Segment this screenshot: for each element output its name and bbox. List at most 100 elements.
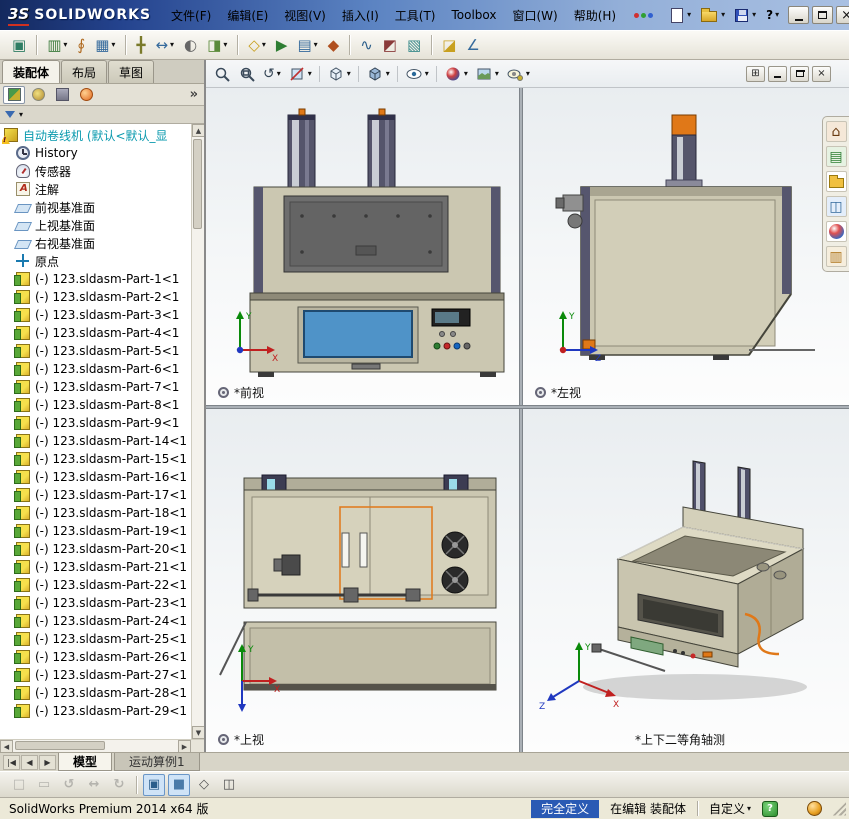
minimize-document-button[interactable] <box>768 66 787 82</box>
tree-item-part[interactable]: (-) 123.sldasm-Part-21<1 <box>2 558 191 576</box>
tree-horizontal-scrollbar[interactable]: ◀ ▶ <box>0 739 204 752</box>
show-hidden-components-icon[interactable]: ◐ <box>180 33 201 57</box>
mate-icon[interactable]: ∮ <box>73 33 89 57</box>
dropdown-arrow-icon[interactable]: ▾ <box>347 70 351 78</box>
hide-show-items-button[interactable]: ▾ <box>402 63 432 85</box>
appearances-tab[interactable] <box>826 221 847 242</box>
close-button[interactable]: × <box>836 6 849 24</box>
dropdown-arrow-icon[interactable]: ▾ <box>687 11 691 19</box>
menu-help[interactable]: 帮助(H) <box>566 0 624 30</box>
tree-item-part[interactable]: (-) 123.sldasm-Part-29<1 <box>2 702 191 720</box>
scroll-up-button[interactable]: ▲ <box>192 124 204 137</box>
dropdown-arrow-icon[interactable]: ▾ <box>752 11 756 19</box>
open-document-button[interactable]: ▾ <box>697 5 729 25</box>
titlebar[interactable]: 3S SOLIDWORKS 文件(F) 编辑(E) 视图(V) 插入(I) 工具… <box>0 0 849 30</box>
tree-item-plane[interactable]: 前视基准面 <box>2 198 191 216</box>
assembly-visualization-icon[interactable]: ▧ <box>403 33 425 57</box>
filter-dropdown[interactable]: ▾ <box>5 111 23 119</box>
tree-item-part[interactable]: (-) 123.sldasm-Part-22<1 <box>2 576 191 594</box>
tab-layout[interactable]: 布局 <box>61 60 107 83</box>
tree-item-part[interactable]: (-) 123.sldasm-Part-15<1 <box>2 450 191 468</box>
exploded-view-icon[interactable]: ◆ <box>324 33 344 57</box>
viewport-left[interactable]: Y Z *左视 <box>523 88 849 405</box>
motion-study-tab[interactable]: 运动算例1 <box>114 753 200 771</box>
dropdown-arrow-icon[interactable]: ▾ <box>464 70 468 78</box>
dropdown-arrow-icon[interactable]: ▾ <box>223 41 227 49</box>
tree-item-part[interactable]: (-) 123.sldasm-Part-2<1 <box>2 288 191 306</box>
tree-item-part[interactable]: (-) 123.sldasm-Part-7<1 <box>2 378 191 396</box>
scroll-down-button[interactable]: ▼ <box>192 726 204 739</box>
tree-item-part[interactable]: (-) 123.sldasm-Part-6<1 <box>2 360 191 378</box>
menu-tools[interactable]: 工具(T) <box>387 0 444 30</box>
minimize-button[interactable] <box>788 6 809 24</box>
dropdown-arrow-icon[interactable]: ▾ <box>19 111 23 119</box>
tree-item-part[interactable]: (-) 123.sldasm-Part-28<1 <box>2 684 191 702</box>
edit-component-icon[interactable]: ▣ <box>8 33 30 57</box>
tree-item-part[interactable]: (-) 123.sldasm-Part-5<1 <box>2 342 191 360</box>
close-document-button[interactable]: × <box>812 66 831 82</box>
wireframe-icon[interactable]: ◇ <box>193 774 215 796</box>
hidden-lines-icon[interactable]: ◫ <box>218 774 240 796</box>
dropdown-arrow-icon[interactable]: ▾ <box>775 11 779 19</box>
viewport-layout-button[interactable]: ⊞ <box>746 66 765 82</box>
viewport-top[interactable]: Y X *上视 <box>206 409 519 752</box>
tab-assembly[interactable]: 装配体 <box>2 60 60 83</box>
tab-sketch[interactable]: 草图 <box>108 60 154 83</box>
graphics-area[interactable]: ↺▾ ▾ ▾ ▾ ▾ ▾ ▾ ▾ ⊞ × <box>206 60 849 752</box>
menu-view[interactable]: 视图(V) <box>276 0 334 30</box>
zoom-area-button[interactable] <box>235 63 259 85</box>
tree-item-part[interactable]: (-) 123.sldasm-Part-19<1 <box>2 522 191 540</box>
viewport-isometric[interactable]: Y X Z *上下二等角轴测 <box>523 409 849 752</box>
custom-properties-tab[interactable]: ▥ <box>826 246 847 267</box>
tree-item-part[interactable]: (-) 123.sldasm-Part-16<1 <box>2 468 191 486</box>
measure-icon[interactable]: ∠ <box>462 33 483 57</box>
restore-document-button[interactable] <box>790 66 809 82</box>
panel-tabs-overflow[interactable]: » <box>190 87 201 102</box>
save-document-button[interactable]: ▾ <box>731 6 760 25</box>
zoom-fit-button[interactable] <box>210 63 234 85</box>
shaded-with-edges-icon[interactable]: ▣ <box>143 774 165 796</box>
scrollbar-thumb[interactable] <box>193 139 202 229</box>
menu-edit[interactable]: 编辑(E) <box>219 0 276 30</box>
rotate-view-icon[interactable]: ↻ <box>108 774 130 796</box>
dropdown-arrow-icon[interactable]: ▾ <box>747 805 751 813</box>
bill-of-materials-icon[interactable]: ▤▾ <box>293 33 321 57</box>
edit-appearance-button[interactable]: ▾ <box>441 63 471 85</box>
dropdown-arrow-icon[interactable]: ▾ <box>308 70 312 78</box>
scrollbar-thumb[interactable] <box>15 741 105 750</box>
insert-components-icon[interactable]: ▥▾ <box>43 33 71 57</box>
tree-item-part[interactable]: (-) 123.sldasm-Part-25<1 <box>2 630 191 648</box>
zoom-to-area-icon[interactable]: ▭ <box>33 774 55 796</box>
dropdown-arrow-icon[interactable]: ▾ <box>314 41 318 49</box>
design-library-tab[interactable]: ▤ <box>826 146 847 167</box>
dropdown-arrow-icon[interactable]: ▾ <box>425 70 429 78</box>
smart-fasteners-icon[interactable]: ╋ <box>132 33 149 57</box>
resize-grip[interactable] <box>832 802 846 816</box>
display-style-button[interactable]: ▾ <box>363 63 393 85</box>
solidworks-resources-tab[interactable]: ⌂ <box>826 121 847 142</box>
previous-view-icon[interactable]: ↺ <box>58 774 80 796</box>
file-explorer-tab[interactable] <box>826 171 847 192</box>
featuremanager-tree-tab[interactable] <box>3 86 25 104</box>
tree-item-part[interactable]: (-) 123.sldasm-Part-3<1 <box>2 306 191 324</box>
tab-scroll-first-button[interactable]: |◀ <box>3 755 20 770</box>
dropdown-arrow-icon[interactable]: ▾ <box>277 70 281 78</box>
help-button[interactable]: ? ▾ <box>760 8 785 22</box>
configurationmanager-tab[interactable] <box>51 86 73 104</box>
viewport-front[interactable]: Y X *前视 <box>206 88 519 405</box>
dropdown-arrow-icon[interactable]: ▾ <box>170 41 174 49</box>
model-tab[interactable]: 模型 <box>58 753 112 771</box>
tree-item-assembly-warning[interactable]: 自动卷线机 (默认<默认_显 <box>2 126 191 144</box>
previous-view-button[interactable]: ↺▾ <box>260 63 284 85</box>
quick-tips-icon[interactable]: ? <box>762 801 778 817</box>
new-document-button[interactable]: ▾ <box>667 5 695 26</box>
instant3d-icon[interactable]: ◪ <box>438 33 460 57</box>
displaymanager-tab[interactable] <box>75 86 97 104</box>
tree-item-part[interactable]: (-) 123.sldasm-Part-1<1 <box>2 270 191 288</box>
tab-scroll-left-button[interactable]: ◀ <box>21 755 38 770</box>
dropdown-arrow-icon[interactable]: ▾ <box>262 41 266 49</box>
menu-window[interactable]: 窗口(W) <box>504 0 565 30</box>
tree-item-part[interactable]: (-) 123.sldasm-Part-18<1 <box>2 504 191 522</box>
tree-item-annotations[interactable]: 注解 <box>2 180 191 198</box>
shaded-icon[interactable]: ■ <box>168 774 190 796</box>
